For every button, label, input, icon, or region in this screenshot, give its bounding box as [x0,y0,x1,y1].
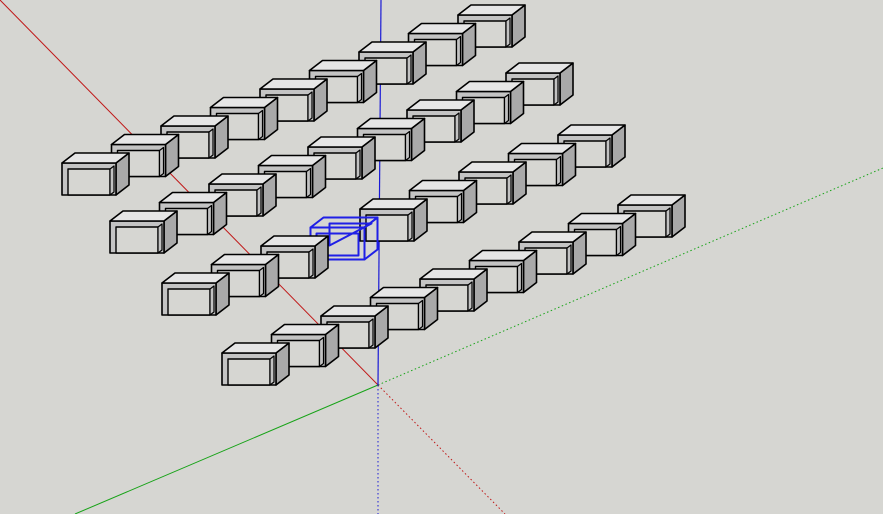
seat-inner-leg [404,130,411,162]
seat-top-face [110,133,180,146]
seat-inner-leg [417,299,424,331]
red-axis-positive-dotted [377,384,506,514]
seat-inner-leg [553,75,559,106]
seat-top-face [160,115,229,127]
seat-top-face [320,305,389,317]
seat-top-face [458,161,527,173]
seat-top-face [407,22,477,35]
seat-top-face [408,179,478,192]
seat-top-face [617,194,686,206]
seat-r2-1[interactable] [109,210,178,254]
seat-inner-leg [269,355,275,386]
seat-inner-leg [305,167,312,199]
seat-r3-1[interactable] [161,272,230,316]
seat-opening [167,288,211,316]
seat-top-face [406,99,475,111]
seat-opening [227,358,271,386]
seat-top-face [270,323,340,336]
seat-inner-leg [456,192,463,224]
seat-top-face [419,268,488,280]
seat-inner-leg [258,266,265,298]
seat-inner-leg [209,285,215,316]
seat-inner-leg [158,146,165,178]
seat-top-face [567,212,637,225]
seat-inner-leg [206,204,213,236]
seat-top-face [308,59,378,72]
model-canvas[interactable] [0,0,883,514]
seat-inner-leg [318,336,325,368]
seat-top-face [359,198,428,210]
seat-inner-leg [506,174,512,205]
sketchup-3d-viewport[interactable] [0,0,883,514]
seat-rows [61,4,686,386]
seat-top-face [161,272,230,284]
seat-top-face [557,124,626,136]
seat-opening [67,168,111,196]
seat-opening [365,214,409,242]
seat-inner-leg [208,128,214,159]
seat-inner-leg [256,186,262,217]
seat-inner-leg [407,211,413,242]
seat-inner-leg [455,35,462,67]
axes [0,0,883,514]
seat-top-face [61,152,130,164]
seat-inner-leg [406,54,412,85]
seat-top-face [307,136,376,148]
seat-inner-leg [555,155,562,187]
seat-inner-leg [157,223,163,254]
seat-inner-leg [307,91,313,122]
seat-inner-leg [503,93,510,125]
seat-inner-leg [665,207,671,238]
seat-top-face [260,235,329,247]
seat-r1-1[interactable] [61,152,130,196]
seat-inner-leg [505,17,511,48]
seat-top-face [209,96,279,109]
seat-top-face [109,210,178,222]
seat-top-face [507,142,577,155]
green-axis-positive [74,384,379,514]
seat-inner-leg [355,149,361,180]
seat-inner-leg [615,225,622,257]
seat-top-face [369,286,439,299]
seat-inner-leg [109,165,115,196]
seat-inner-leg [454,112,460,143]
seat-top-face [356,117,426,130]
seat-inner-leg [516,262,523,294]
seat-inner-leg [308,248,314,279]
seat-top-face [208,173,277,185]
seat-top-face [210,253,280,266]
seat-top-face [468,249,538,262]
seat-top-face [358,41,427,53]
seat-inner-leg [467,281,473,312]
seat-top-face [257,154,327,167]
seat-top-face [455,80,525,93]
seat-r3-5[interactable] [359,198,428,242]
seat-top-face [518,231,587,243]
seat-inner-leg [368,318,374,349]
seat-top-face [505,62,574,74]
seat-top-face [259,78,328,90]
seat-top-face [158,191,228,204]
seat-r4-1[interactable] [221,342,290,386]
seat-top-face [221,342,290,354]
seat-inner-leg [566,244,572,275]
seat-top-face [457,4,526,16]
seat-inner-leg [356,72,363,104]
seat-inner-leg [257,109,264,141]
seat-inner-leg [605,137,611,168]
seat-opening [115,226,159,254]
